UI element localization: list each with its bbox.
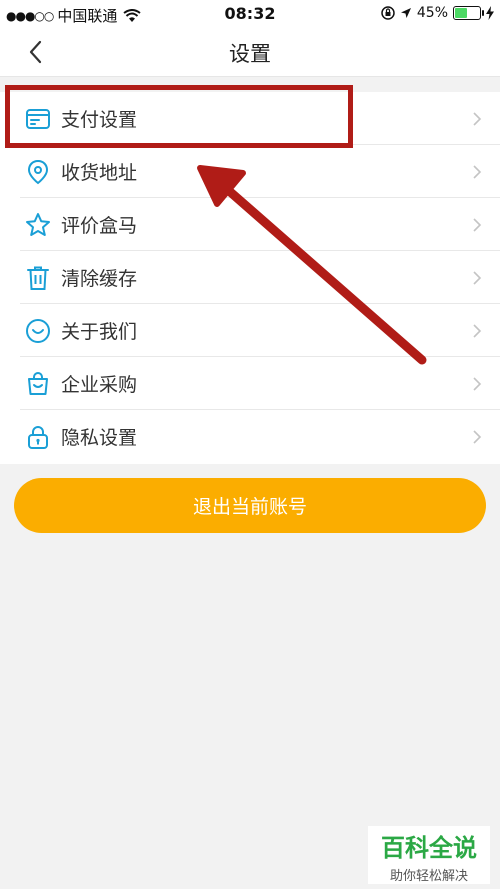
menu-item-clear-cache[interactable]: 清除缓存 [0,251,500,304]
menu-item-label: 企业采购 [61,374,138,396]
orientation-lock-icon [381,6,395,20]
shopping-bag-icon [28,372,48,395]
logout-button[interactable]: 退出当前账号 [14,478,486,533]
menu-item-label: 收货地址 [61,162,138,184]
chevron-right-icon [473,324,482,338]
menu-item-label: 隐私设置 [61,427,138,449]
chevron-right-icon [473,165,482,179]
charging-icon [486,6,494,20]
status-bar: ●●●○○ 中国联通 08:32 45% [0,0,500,28]
watermark-logo: 百科全说 助你轻松解决 [368,826,490,884]
battery-level [455,8,467,18]
menu-item-about-us[interactable]: 关于我们 [0,304,500,357]
page-title: 设置 [229,42,271,66]
watermark-subtitle: 助你轻松解决 [389,869,468,884]
watermark-title: 百科全说 [381,834,477,862]
status-bar-right: 45% [381,5,494,21]
smile-icon [26,319,50,343]
nav-bar: 设置 [0,28,500,77]
location-arrow-icon [400,8,411,18]
chevron-right-icon [473,271,482,285]
menu-item-label: 支付设置 [61,109,138,131]
lock-icon [28,426,48,449]
trash-icon [27,266,49,290]
battery-icon [453,6,484,20]
menu-item-payment-settings[interactable]: 支付设置 [0,92,500,145]
location-pin-icon [27,159,49,185]
menu-item-label: 评价盒马 [61,215,138,237]
chevron-right-icon [473,218,482,232]
chevron-right-icon [473,430,482,444]
payment-card-icon [26,109,50,129]
star-icon [26,213,50,236]
battery-percent: 45% [416,5,448,21]
settings-list: 支付设置 收货地址 评价盒马 清除缓存 关于我们 企业采购 隐私设置 [0,92,500,464]
chevron-right-icon [473,377,482,391]
chevron-right-icon [473,112,482,126]
menu-item-shipping-address[interactable]: 收货地址 [0,145,500,198]
menu-item-enterprise-purchase[interactable]: 企业采购 [0,357,500,410]
menu-item-rate-app[interactable]: 评价盒马 [0,198,500,251]
menu-item-privacy-settings[interactable]: 隐私设置 [0,410,500,463]
menu-item-label: 清除缓存 [61,268,138,290]
menu-item-label: 关于我们 [61,321,138,343]
